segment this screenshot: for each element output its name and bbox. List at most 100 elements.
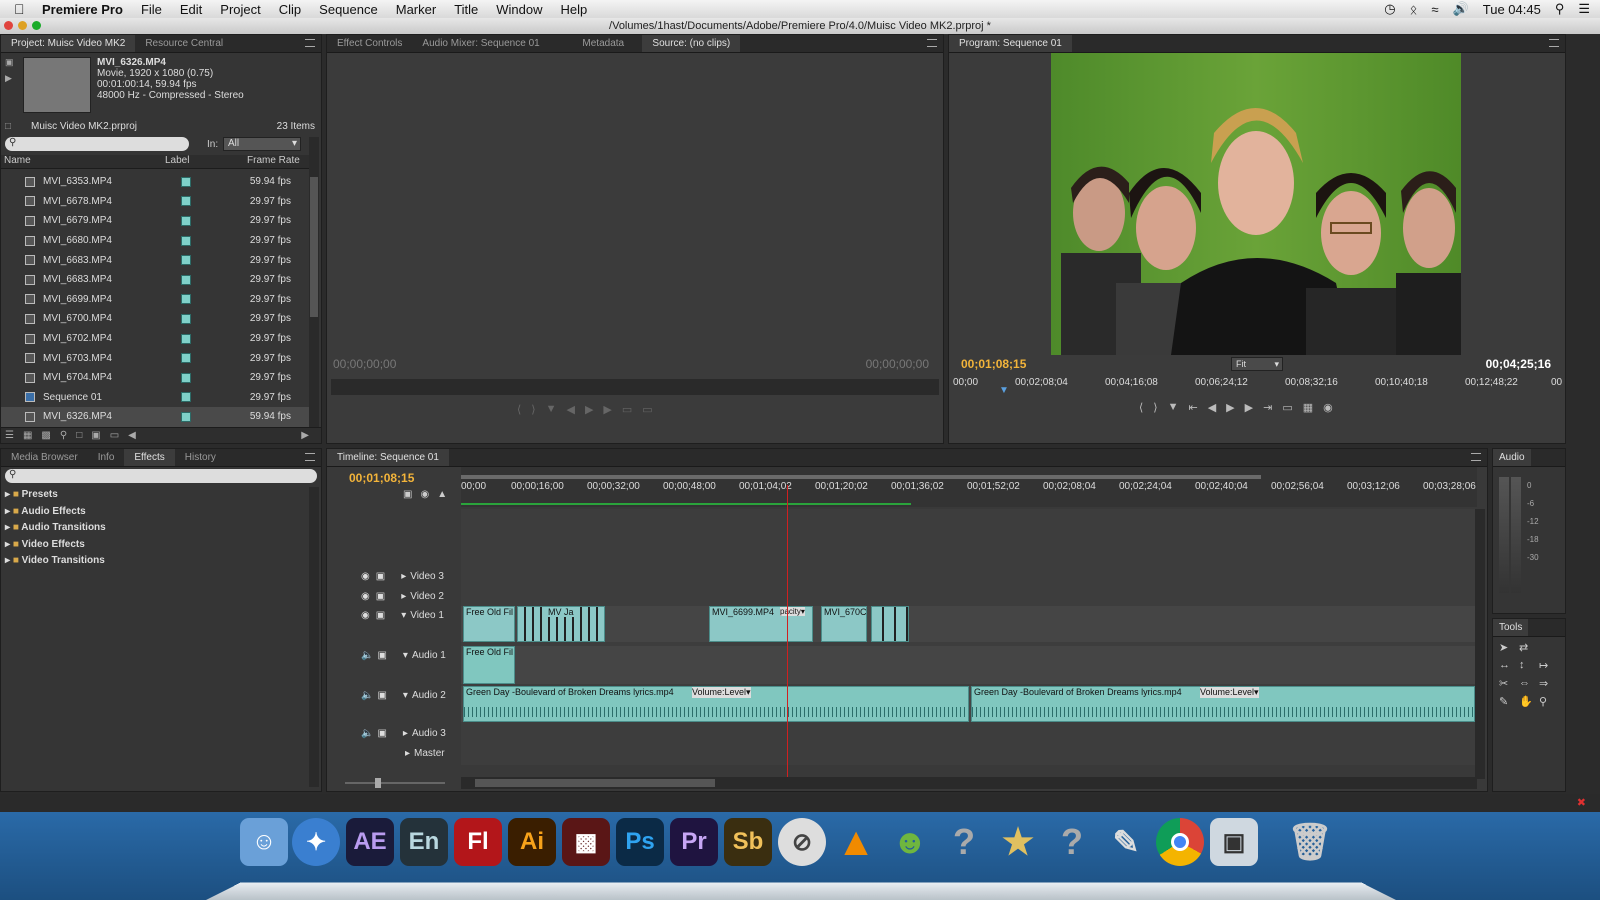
mark-in-icon[interactable]: ⟨ xyxy=(517,403,521,416)
tab-timeline[interactable]: Timeline: Sequence 01 xyxy=(327,449,449,466)
effects-search-input[interactable]: ⚲ xyxy=(5,469,317,483)
marker-icon[interactable]: ▼ xyxy=(546,403,557,416)
vlc-icon[interactable]: ▲ xyxy=(832,818,880,866)
ripple-edit-tool-icon[interactable]: ↔ xyxy=(1499,659,1519,677)
app-menu[interactable]: Premiere Pro xyxy=(42,2,123,17)
list-item[interactable]: MVI_6353.MP4 59.94 fps xyxy=(1,172,309,192)
mark-out-icon[interactable]: ⟩ xyxy=(1153,401,1157,414)
finder-icon[interactable]: ☺ xyxy=(240,818,288,866)
program-tc-current[interactable]: 00;01;08;15 xyxy=(961,357,1026,371)
list-view-icon[interactable]: ☰ xyxy=(5,430,14,441)
list-item[interactable]: MVI_6680.MP4 29.97 fps xyxy=(1,231,309,251)
clip-audio-free-old-film[interactable]: Free Old Fil xyxy=(463,646,515,684)
no-sign-icon[interactable]: ⊘ xyxy=(778,818,826,866)
step-forward-icon[interactable]: ▶ xyxy=(603,403,611,416)
trash-icon[interactable]: 🗑 xyxy=(1286,818,1334,866)
insert-icon[interactable]: ▭ xyxy=(622,403,632,416)
clock[interactable]: Tue 04:45 xyxy=(1483,2,1541,17)
collapse-icon[interactable]: ▾ xyxy=(401,610,406,621)
panel-menu-icon[interactable] xyxy=(927,39,937,47)
unknown-app-icon[interactable]: ? xyxy=(940,818,988,866)
list-item[interactable]: MVI_6700.MP4 29.97 fps xyxy=(1,309,309,329)
collapse-icon[interactable]: ▾ xyxy=(403,690,408,701)
soundbooth-icon[interactable]: Sb xyxy=(724,818,772,866)
expand-icon[interactable]: ▸ xyxy=(405,748,410,759)
lock-icon[interactable]: ▣ xyxy=(376,591,385,602)
track-master[interactable]: ▸ Master xyxy=(327,743,461,763)
in-filter-dropdown[interactable]: All ▾ xyxy=(223,137,301,151)
menu-window[interactable]: Window xyxy=(496,2,542,17)
program-ruler[interactable]: 00;00 00;02;08;04 00;04;16;08 00;06;24;1… xyxy=(953,377,1562,396)
track-audio-3[interactable]: 🔈 ▣ ▸ Audio 3 xyxy=(327,723,461,743)
expand-icon[interactable]: ▸ xyxy=(401,591,406,602)
column-name[interactable]: Name xyxy=(4,155,31,166)
menu-project[interactable]: Project xyxy=(220,2,260,17)
tab-source[interactable]: Source: (no clips) xyxy=(642,35,741,52)
fit-dropdown[interactable]: Fit ▾ xyxy=(1231,357,1283,371)
tab-audio-mixer[interactable]: Audio Mixer: Sequence 01 xyxy=(412,35,572,52)
error-icon[interactable]: ✖ xyxy=(1577,796,1586,809)
track-video-3[interactable]: ◉ ▣ ▸ Video 3 xyxy=(327,566,461,586)
tab-effects[interactable]: Effects xyxy=(124,449,175,466)
list-item[interactable]: MVI_6683.MP4 29.97 fps xyxy=(1,250,309,270)
list-item[interactable]: MVI_6702.MP4 29.97 fps xyxy=(1,329,309,349)
volume-icon[interactable]: 🔊 xyxy=(1453,1,1469,17)
razor-tool-icon[interactable]: ✂ xyxy=(1499,677,1519,695)
tab-resource-central[interactable]: Resource Central xyxy=(135,35,233,52)
track-audio-2[interactable]: 🔈 ▣ ▾ Audio 2 xyxy=(327,686,461,722)
track-video-2[interactable]: ◉ ▣ ▸ Video 2 xyxy=(327,586,461,606)
menu-help[interactable]: Help xyxy=(561,2,588,17)
column-frame-rate[interactable]: Frame Rate xyxy=(247,155,300,166)
zoom-window-button[interactable] xyxy=(32,21,41,30)
mark-out-icon[interactable]: ⟩ xyxy=(531,403,535,416)
tab-info[interactable]: Info xyxy=(88,449,125,466)
menu-file[interactable]: File xyxy=(141,2,162,17)
lock-icon[interactable]: ▣ xyxy=(376,610,385,621)
track-video-1[interactable]: ◉ ▣ ▾ Video 1 xyxy=(327,606,461,642)
poster-frame-icon[interactable]: ▣ xyxy=(5,57,21,73)
step-back-icon[interactable]: ◀ xyxy=(566,403,574,416)
list-item[interactable]: MVI_6703.MP4 29.97 fps xyxy=(1,348,309,368)
eye-icon[interactable]: ◉ xyxy=(361,610,370,621)
folder-video-transitions[interactable]: ▸ ■ Video Transitions xyxy=(5,553,106,570)
clip-green-day-2[interactable]: Green Day -Boulevard of Broken Dreams ly… xyxy=(971,686,1475,722)
flash-icon[interactable]: Fl xyxy=(454,818,502,866)
marker-icon[interactable]: ▼ xyxy=(1168,401,1179,414)
tab-history[interactable]: History xyxy=(175,449,226,466)
folder-video-effects[interactable]: ▸ ■ Video Effects xyxy=(5,537,106,554)
unknown-app-icon[interactable]: ? xyxy=(1048,818,1096,866)
panel-menu-icon[interactable] xyxy=(1549,39,1559,47)
mark-in-icon[interactable]: ⟨ xyxy=(1139,401,1143,414)
icon-view-icon[interactable]: ▦ xyxy=(23,430,32,441)
clip-mvi-6700[interactable]: MVI_670C xyxy=(821,606,867,642)
collapse-icon[interactable]: ▾ xyxy=(403,650,408,661)
work-area-bar[interactable] xyxy=(461,475,1261,479)
go-to-out-icon[interactable]: ⇥ xyxy=(1263,401,1272,414)
photoshop-icon[interactable]: Ps xyxy=(616,818,664,866)
zoom-thumb[interactable] xyxy=(375,778,381,788)
zoom-tool-icon[interactable]: ⚲ xyxy=(1539,695,1559,713)
opacity-dropdown[interactable]: pacity▾ xyxy=(780,607,805,616)
rolling-edit-tool-icon[interactable]: ↕ xyxy=(1519,659,1539,677)
go-to-in-icon[interactable]: ⇤ xyxy=(1188,401,1197,414)
scroll-thumb[interactable] xyxy=(310,177,318,317)
folder-presets[interactable]: ▸ ■ Presets xyxy=(5,487,106,504)
menu-marker[interactable]: Marker xyxy=(396,2,436,17)
rate-stretch-tool-icon[interactable]: ↦ xyxy=(1539,659,1559,677)
list-item[interactable]: MVI_6683.MP4 29.97 fps xyxy=(1,270,309,290)
clip-group-short[interactable]: MV Ja xyxy=(517,606,605,642)
speaker-icon[interactable]: 🔈 xyxy=(361,690,373,701)
play-icon[interactable]: ▶ xyxy=(585,403,593,416)
timeline-ruler[interactable]: 00;00 00;00;16;00 00;00;32;00 00;00;48;0… xyxy=(461,467,1477,507)
lift-icon[interactable]: ▭ xyxy=(1282,401,1292,414)
script-icon[interactable]: ✎ xyxy=(1102,818,1150,866)
preview-icon[interactable]: ▣ xyxy=(1210,818,1258,866)
illustrator-icon[interactable]: Ai xyxy=(508,818,556,866)
tab-tools[interactable]: Tools xyxy=(1493,619,1529,636)
list-item[interactable]: Sequence 01 29.97 fps xyxy=(1,388,309,408)
lock-icon[interactable]: ▲ xyxy=(437,489,447,500)
volume-dropdown[interactable]: Volume:Level▾ xyxy=(1200,687,1259,698)
timeline-scrollbar[interactable] xyxy=(461,777,1477,789)
tab-media-browser[interactable]: Media Browser xyxy=(1,449,88,466)
list-item[interactable]: MVI_6326.MP4 59.94 fps xyxy=(1,407,309,427)
